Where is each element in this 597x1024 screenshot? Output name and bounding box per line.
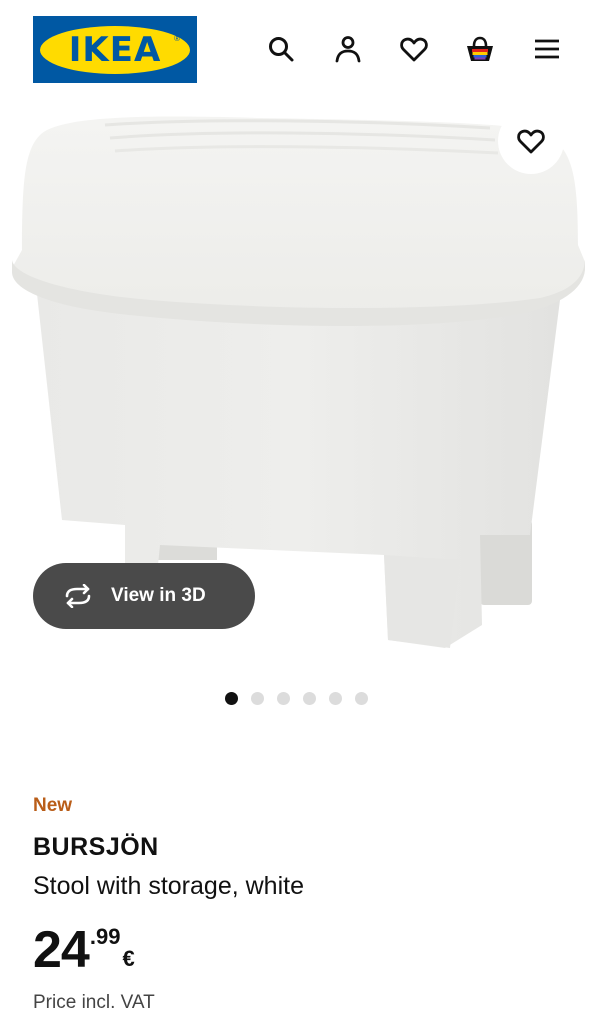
image-carousel-indicator: [225, 692, 368, 706]
carousel-dot[interactable]: [355, 692, 368, 705]
search-icon[interactable]: [266, 34, 296, 64]
ikea-logo[interactable]: IKEA ®: [33, 16, 197, 83]
favourites-icon[interactable]: [399, 34, 429, 64]
product-price: 24 .99 €: [33, 920, 135, 980]
product-description: Stool with storage, white: [33, 872, 304, 900]
view-in-3d-label: View in 3D: [111, 585, 206, 606]
price-note: Price incl. VAT: [33, 992, 155, 1013]
shopping-bag-icon[interactable]: [465, 34, 495, 64]
account-icon[interactable]: [333, 34, 363, 64]
menu-icon[interactable]: [532, 34, 562, 64]
logo-oval: IKEA ®: [40, 25, 190, 74]
add-to-favourites-button[interactable]: [498, 108, 564, 174]
carousel-dot[interactable]: [251, 692, 264, 705]
price-currency: €: [122, 946, 135, 971]
price-decimal: .99: [89, 924, 121, 949]
heart-icon: [517, 129, 545, 154]
carousel-dot[interactable]: [277, 692, 290, 705]
registered-mark: ®: [174, 33, 180, 43]
product-page: IKEA ® View in 3D New BURSJÖN Stool with…: [0, 0, 597, 1024]
rotate-3d-icon: [65, 584, 91, 608]
price-integer: 24: [33, 921, 90, 979]
view-in-3d-button[interactable]: View in 3D: [33, 563, 255, 629]
carousel-dot[interactable]: [329, 692, 342, 705]
product-name: BURSJÖN: [33, 833, 159, 861]
logo-text: IKEA: [68, 29, 162, 70]
site-header: IKEA ®: [0, 0, 597, 100]
carousel-dot[interactable]: [303, 692, 316, 705]
carousel-dot[interactable]: [225, 692, 238, 705]
new-badge: New: [33, 795, 73, 816]
